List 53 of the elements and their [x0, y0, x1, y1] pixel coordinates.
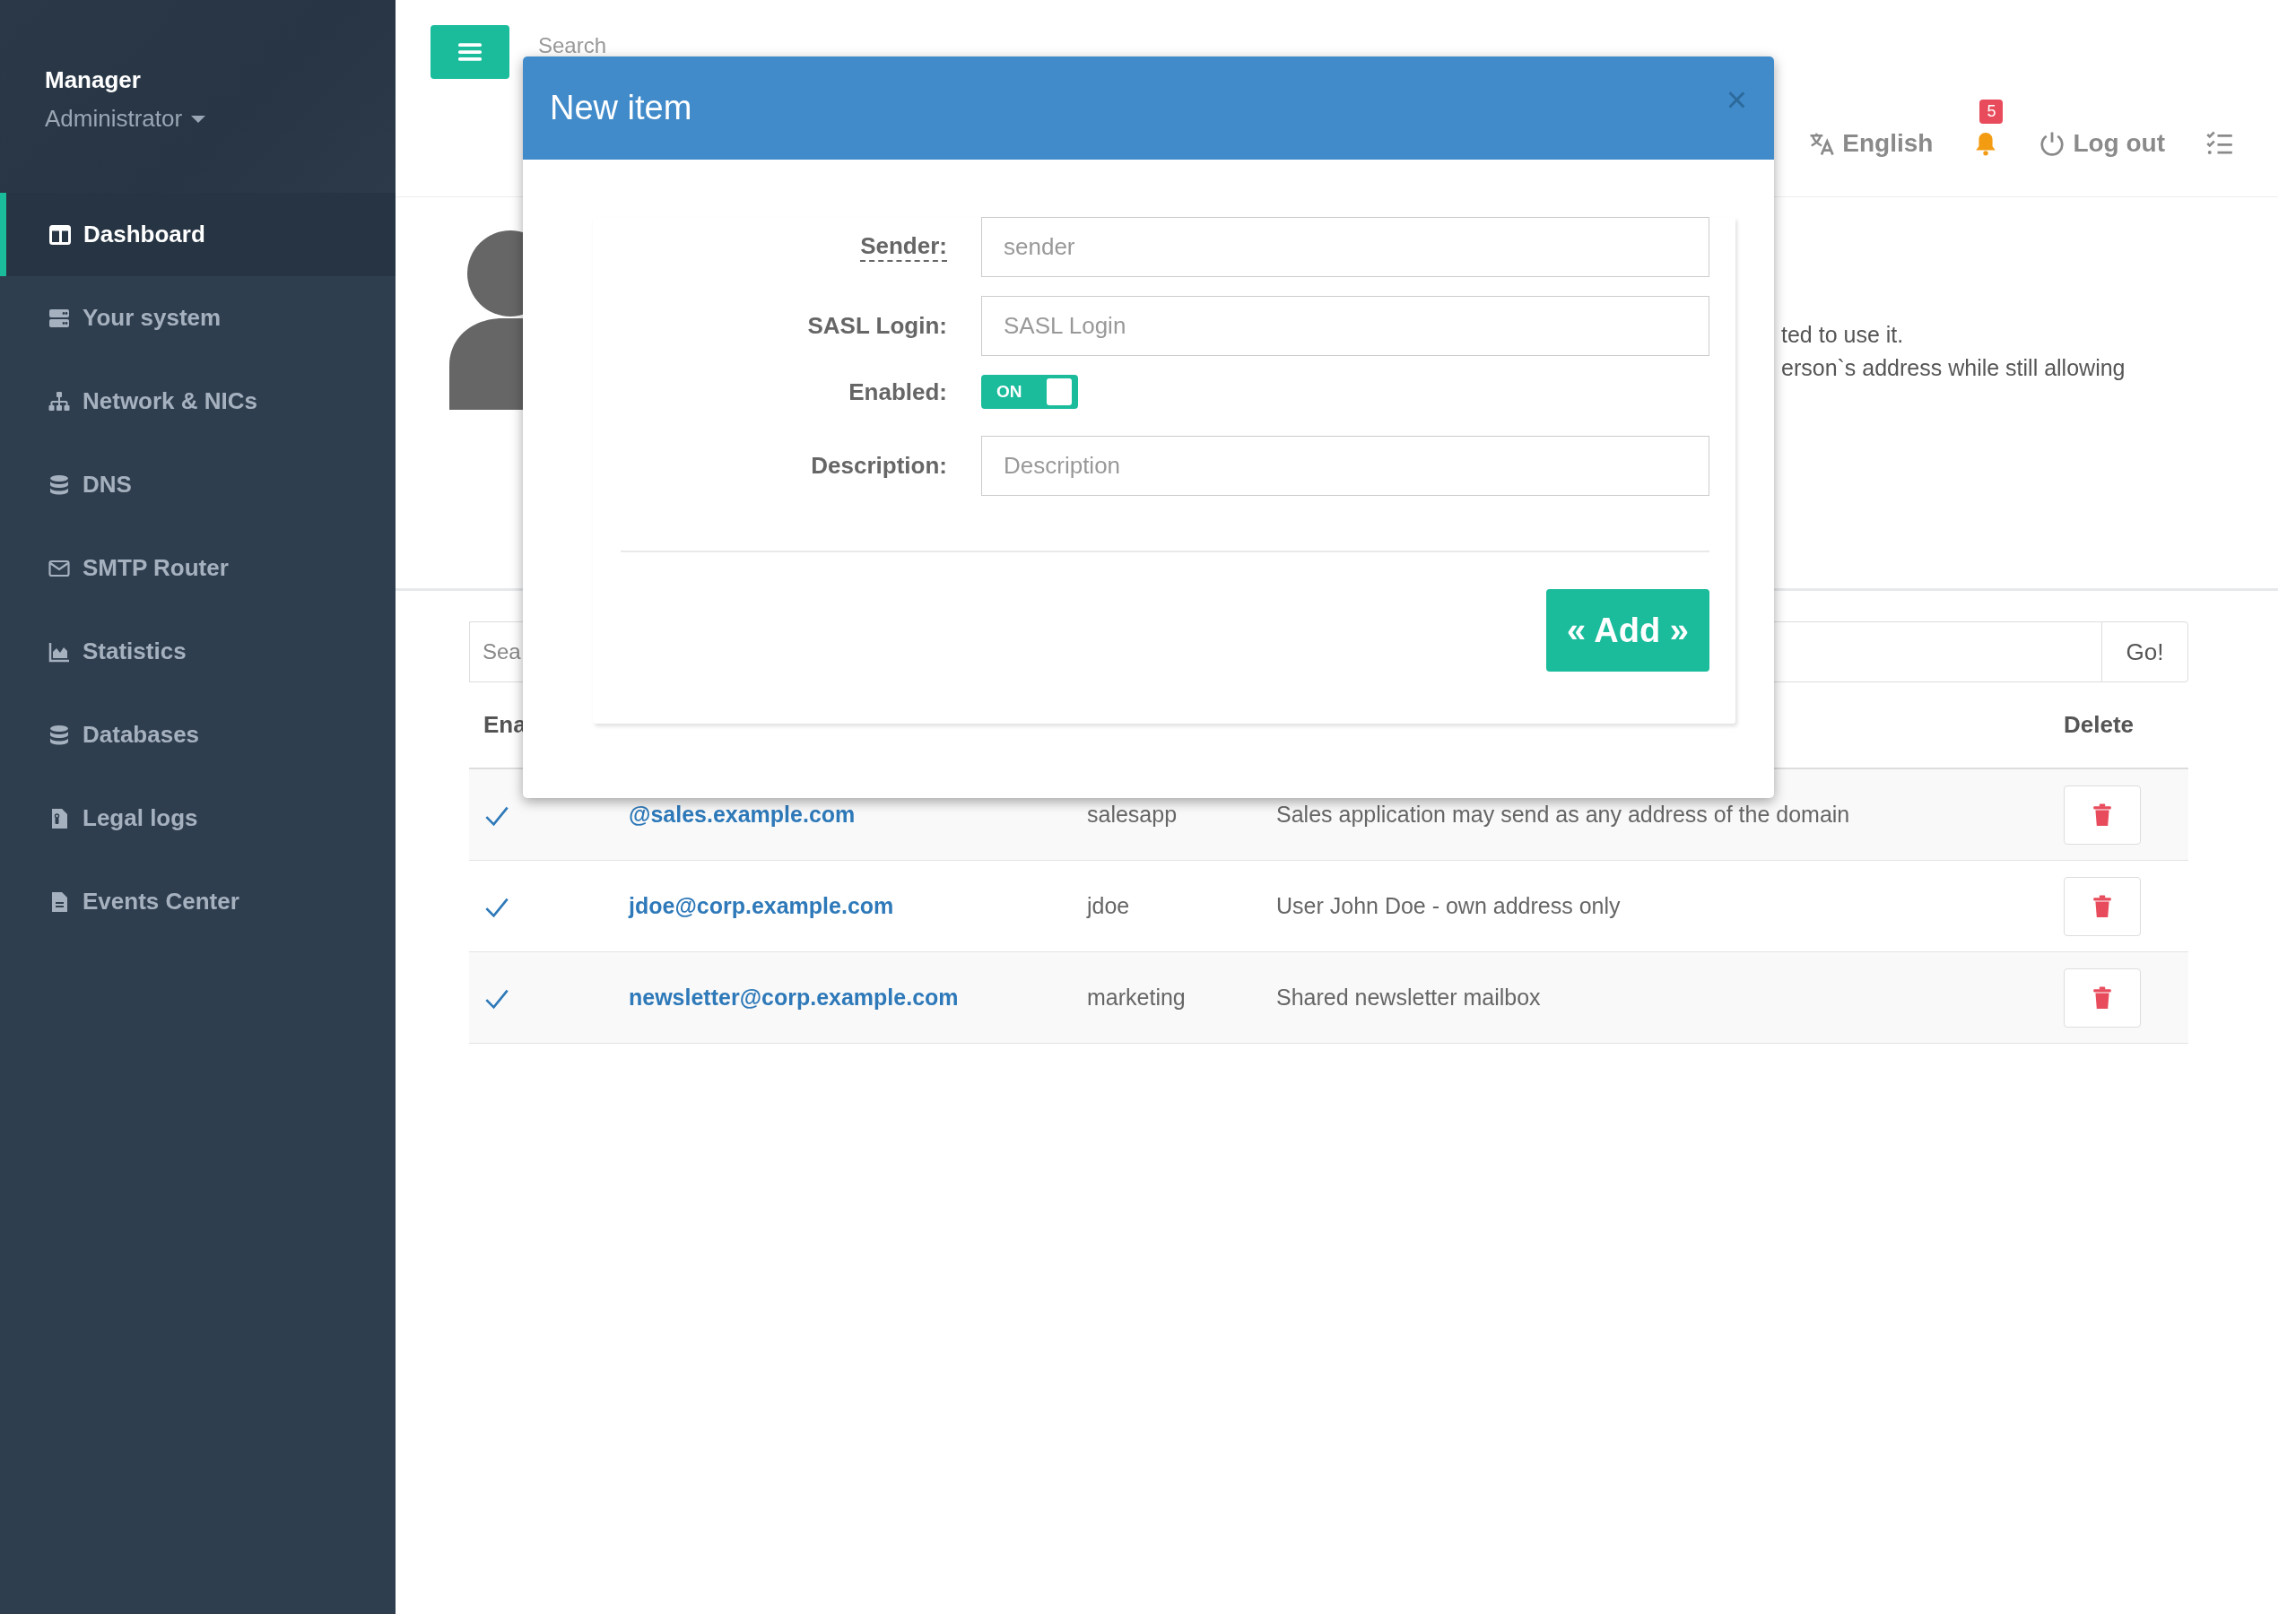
- go-button[interactable]: Go!: [2101, 621, 2188, 682]
- input-field[interactable]: sender: [981, 217, 1709, 277]
- role-dropdown[interactable]: Administrator: [45, 105, 206, 133]
- sender-link[interactable]: newsletter@corp.example.com: [629, 985, 959, 1010]
- field-label: SASL Login:: [807, 312, 947, 340]
- description-cell: Shared newsletter mailbox: [1276, 985, 1541, 1010]
- login-cell: salesapp: [1087, 802, 1178, 827]
- login-cell: marketing: [1087, 985, 1186, 1010]
- language-link[interactable]: English: [1808, 129, 1934, 158]
- field-label: Enabled:: [848, 377, 947, 406]
- sidebar-item[interactable]: Network & NICs: [0, 360, 396, 443]
- caret-icon: [191, 115, 206, 123]
- dialog-title: New item: [550, 89, 692, 127]
- dashboard-icon: [49, 223, 71, 246]
- sidebar-item[interactable]: Legal logs: [0, 777, 396, 860]
- user-name: Manager: [45, 66, 141, 94]
- menu-button[interactable]: [430, 25, 509, 79]
- description-cell: User John Doe - own address only: [1276, 893, 1621, 918]
- trash-icon: [2092, 803, 2112, 827]
- trash-icon: [2092, 894, 2112, 918]
- description-text: ted to use it.: [1781, 321, 1905, 349]
- checklist-icon[interactable]: [2206, 130, 2233, 157]
- sidebar-item[interactable]: SMTP Router: [0, 526, 396, 610]
- area-chart-icon: [48, 640, 70, 663]
- bell-icon: [1974, 130, 1998, 157]
- field-label: Sender:: [860, 232, 947, 262]
- input-field[interactable]: Description: [981, 436, 1709, 496]
- power-icon: [2039, 130, 2066, 157]
- input-field[interactable]: SASL Login: [981, 296, 1709, 356]
- sender-link[interactable]: @sales.example.com: [629, 802, 856, 827]
- sidebar-item[interactable]: Your system: [0, 276, 396, 360]
- description-cell: Sales application may send as any address of the domain: [1276, 802, 1850, 827]
- description-text: erson`s address while still allowing: [1781, 354, 2126, 382]
- database-icon: [48, 724, 70, 746]
- sidebar-item[interactable]: Dashboard: [0, 193, 396, 276]
- column-header: Delete: [2064, 711, 2135, 738]
- sidebar-item[interactable]: Statistics: [0, 610, 396, 693]
- field-label: Description:: [811, 452, 947, 480]
- sender-link[interactable]: jdoe@corp.example.com: [629, 893, 894, 918]
- sidebar-item[interactable]: Databases: [0, 693, 396, 777]
- logout-link[interactable]: Log out: [2039, 129, 2165, 158]
- notification-badge: 5: [1979, 100, 2004, 124]
- trash-icon: [2092, 985, 2112, 1010]
- delete-button[interactable]: [2064, 968, 2141, 1028]
- delete-button[interactable]: [2064, 785, 2141, 845]
- sitemap-icon: [48, 390, 70, 412]
- delete-button[interactable]: [2064, 876, 2141, 936]
- menu-icon: [458, 42, 482, 62]
- sidebar-item[interactable]: DNS: [0, 443, 396, 526]
- server-icon: [48, 307, 70, 329]
- sidebar-item[interactable]: Events Center: [0, 860, 396, 943]
- login-cell: jdoe: [1087, 893, 1130, 918]
- database-icon: [48, 473, 70, 496]
